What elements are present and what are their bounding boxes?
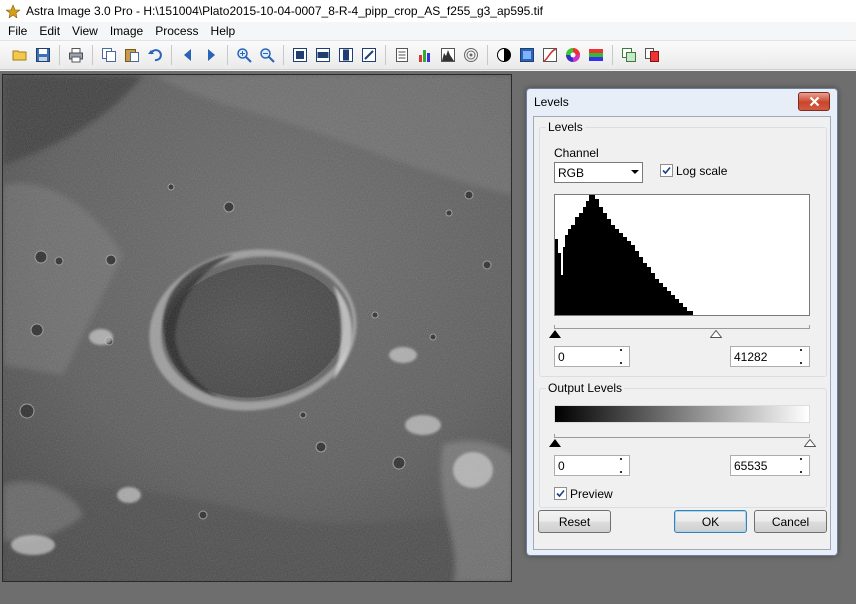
output-levels-group: Output Levels 0 65535 Preview	[539, 381, 827, 508]
levels-group: Levels Channel RGB Log scale 0 41282	[539, 120, 827, 377]
fit-width-icon[interactable]	[313, 45, 333, 65]
histogram-icon[interactable]	[415, 45, 435, 65]
toolbar-separator	[283, 45, 284, 65]
channel-select[interactable]: RGB	[554, 162, 643, 183]
fit-image-icon[interactable]	[290, 45, 310, 65]
next-icon[interactable]	[201, 45, 221, 65]
menu-image[interactable]: Image	[104, 22, 149, 41]
histogram-display	[554, 194, 810, 316]
plato-crater-image	[3, 75, 511, 581]
output-black-point-thumb[interactable]	[549, 439, 561, 447]
preview-label: Preview	[570, 487, 613, 501]
toolbar-separator	[487, 45, 488, 65]
menu-bar: File Edit View Image Process Help	[0, 22, 856, 41]
menu-help[interactable]: Help	[205, 22, 242, 41]
toolbar-separator	[59, 45, 60, 65]
astra-app-icon[interactable]	[5, 4, 21, 19]
title-bar: Astra Image 3.0 Pro - H:\151004\Plato201…	[0, 0, 856, 22]
output-white-point-thumb[interactable]	[804, 439, 816, 447]
properties-icon[interactable]	[392, 45, 412, 65]
input-black-point-thumb[interactable]	[549, 330, 561, 338]
input-black-point-field[interactable]: 0	[554, 346, 630, 367]
duplicate-icon[interactable]	[619, 45, 639, 65]
rgb-channels-icon[interactable]	[586, 45, 606, 65]
zoom-out-icon[interactable]	[257, 45, 277, 65]
output-levels-group-label: Output Levels	[546, 381, 625, 395]
toolbar-separator	[171, 45, 172, 65]
ok-button[interactable]: OK	[674, 510, 747, 533]
paste-icon[interactable]	[122, 45, 142, 65]
log-scale-checkbox[interactable]	[660, 164, 673, 177]
menu-edit[interactable]: Edit	[33, 22, 66, 41]
toolbar-separator	[385, 45, 386, 65]
menu-file[interactable]: File	[2, 22, 33, 41]
zoom-in-icon[interactable]	[234, 45, 254, 65]
color-balance-icon[interactable]	[517, 45, 537, 65]
menu-process[interactable]: Process	[149, 22, 204, 41]
input-white-point-field[interactable]: 41282	[730, 346, 810, 367]
print-icon[interactable]	[66, 45, 86, 65]
toolbar	[0, 41, 856, 70]
output-white-point-value: 65535	[734, 458, 768, 473]
close-button[interactable]	[798, 92, 830, 111]
toolbar-separator	[227, 45, 228, 65]
reset-button[interactable]: Reset	[538, 510, 611, 533]
chevron-down-icon	[631, 170, 639, 174]
window-title: Astra Image 3.0 Pro - H:\151004\Plato201…	[26, 4, 544, 18]
checkmark-icon	[556, 489, 565, 498]
levels-icon[interactable]	[438, 45, 458, 65]
output-levels-slider-track[interactable]	[554, 437, 810, 438]
channel-select-value: RGB	[558, 165, 585, 180]
histogram-bars	[555, 195, 693, 315]
channel-label: Channel	[554, 146, 599, 160]
input-levels-slider-track[interactable]	[554, 328, 810, 329]
spin-arrows-icon[interactable]	[795, 349, 807, 364]
output-black-point-field[interactable]: 0	[554, 455, 630, 476]
undo-icon[interactable]	[145, 45, 165, 65]
close-icon	[809, 96, 819, 107]
log-scale-label: Log scale	[676, 164, 728, 178]
levels-group-label: Levels	[546, 120, 585, 134]
output-white-point-field[interactable]: 65535	[730, 455, 810, 476]
contrast-icon[interactable]	[494, 45, 514, 65]
toolbar-separator	[92, 45, 93, 65]
spin-arrows-icon[interactable]	[795, 458, 807, 473]
checkmark-icon	[662, 166, 671, 175]
spin-arrows-icon[interactable]	[615, 458, 627, 473]
spin-arrows-icon[interactable]	[615, 349, 627, 364]
toolbar-separator	[612, 45, 613, 65]
color-wheel-icon[interactable]	[563, 45, 583, 65]
histogram-plot	[555, 195, 693, 315]
input-white-point-thumb[interactable]	[710, 330, 722, 338]
input-black-point-value: 0	[558, 349, 565, 364]
dialog-title: Levels	[534, 95, 569, 109]
output-gradient-bar	[554, 405, 810, 423]
copy-icon[interactable]	[99, 45, 119, 65]
slider-tick-left	[554, 325, 555, 329]
preview-checkbox[interactable]	[554, 487, 567, 500]
compare-icon[interactable]	[642, 45, 662, 65]
previous-icon[interactable]	[178, 45, 198, 65]
open-folder-icon[interactable]	[10, 45, 30, 65]
dialog-body: Levels Channel RGB Log scale 0 41282 Out…	[533, 116, 831, 550]
actual-size-icon[interactable]	[359, 45, 379, 65]
save-icon[interactable]	[33, 45, 53, 65]
target-icon[interactable]	[461, 45, 481, 65]
menu-view[interactable]: View	[66, 22, 104, 41]
slider-tick-right	[809, 325, 810, 329]
curves-icon[interactable]	[540, 45, 560, 65]
slider-tick-right	[809, 434, 810, 438]
output-black-point-value: 0	[558, 458, 565, 473]
cancel-button[interactable]: Cancel	[754, 510, 827, 533]
lunar-image-canvas[interactable]	[2, 74, 512, 582]
slider-tick-left	[554, 434, 555, 438]
input-white-point-value: 41282	[734, 349, 768, 364]
levels-dialog: Levels Levels Channel RGB Log scale 0 41…	[526, 88, 838, 556]
fit-height-icon[interactable]	[336, 45, 356, 65]
